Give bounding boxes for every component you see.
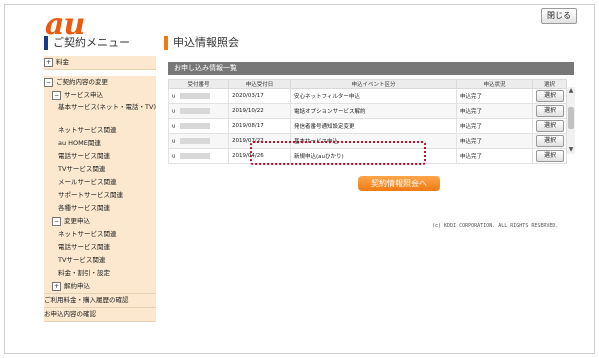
masked-number (179, 122, 210, 129)
cell-status: 申込完了 (456, 148, 533, 164)
cell-status: 申込完了 (456, 103, 533, 119)
column-header-event: 申込イベント区分 (290, 79, 457, 89)
sidebar-item-contract-change[interactable]: − ご契約内容の変更 (44, 76, 156, 89)
masked-number (179, 152, 210, 159)
expand-icon: + (44, 57, 53, 67)
sidebar-item-phone-service[interactable]: 電話サービス関連 (44, 150, 156, 163)
cell-date: 2019/04/26 (228, 148, 291, 164)
cell-event: 発信者番号通知設定変更 (290, 118, 457, 134)
table-row: u 2020/03/17 安心ネットフィルター申込 申込完了 選択 (168, 88, 567, 104)
table-header-row: 受付番号 申込受付日 申込イベント区分 申込状況 選択 (168, 79, 567, 89)
cell-date: 2020/03/17 (228, 88, 291, 104)
table-scrollbar[interactable]: ▲ ▼ (566, 87, 575, 154)
copyright-text: (c) KDDI CORPORATION. ALL RIGHTS RESERVE… (432, 223, 559, 229)
select-button[interactable]: 選択 (536, 105, 564, 117)
cell-status: 申込完了 (456, 88, 533, 104)
sidebar-menu: + 料金 − ご契約内容の変更 − サービス申込 基本サービス(ネット・電話・TV) … (44, 56, 156, 322)
cell-date: 2019/10/22 (228, 103, 291, 119)
sidebar-item-change-fee[interactable]: 料金・割引・設定 (44, 267, 156, 280)
masked-number (179, 137, 210, 144)
masked-number (179, 107, 210, 114)
column-header-status: 申込状況 (456, 79, 533, 89)
collapse-icon: − (44, 77, 53, 87)
page-title: 申込情報照会 (164, 36, 239, 50)
cell-id: u (168, 88, 229, 104)
contract-info-button[interactable]: 契約情報照会へ (358, 176, 440, 191)
sidebar-item-mail-service[interactable]: メールサービス関連 (44, 176, 156, 189)
cell-event: 電話オプションサービス解約 (290, 103, 457, 119)
sidebar-item-misc-service[interactable]: 各種サービス関連 (44, 202, 156, 215)
sidebar-heading: ご契約メニュー (44, 36, 130, 50)
sidebar-item-usage-history[interactable]: ご利用料金・購入履歴の確認 (44, 294, 156, 308)
sidebar-item-change-phone[interactable]: 電話サービス関連 (44, 241, 156, 254)
scroll-up-icon[interactable]: ▲ (567, 87, 575, 95)
sidebar-item-tv-service[interactable]: TVサービス関連 (44, 163, 156, 176)
cell-event: 新規申込(auひかり) (290, 148, 457, 164)
cell-status: 申込完了 (456, 118, 533, 134)
cell-event: 安心ネットフィルター申込 (290, 88, 457, 104)
column-header-date: 申込受付日 (228, 79, 291, 89)
sidebar-item-change-apply[interactable]: − 変更申込 (44, 215, 156, 228)
cell-id: u (168, 118, 229, 134)
table-title: お申し込み情報一覧 (168, 62, 574, 75)
select-button[interactable]: 選択 (536, 90, 564, 102)
table-row: u 2019/08/17 発信者番号通知設定変更 申込完了 選択 (168, 118, 567, 134)
cell-date: 2019/08/17 (228, 118, 291, 134)
application-table: 受付番号 申込受付日 申込イベント区分 申込状況 選択 u 2020/03/17… (168, 79, 567, 164)
sidebar-item-apply-confirm[interactable]: お申込内容の確認 (44, 308, 156, 322)
cell-id: u (168, 133, 229, 149)
table-row: u 2019/04/26 新規申込(auひかり) 申込完了 選択 (168, 148, 567, 164)
cell-id: u (168, 148, 229, 164)
column-header-select: 選択 (532, 79, 567, 89)
cell-date: 2019/07/22 (228, 133, 291, 149)
table-row: u 2019/10/22 電話オプションサービス解約 申込完了 選択 (168, 103, 567, 119)
sidebar-item-au-home[interactable]: au HOME関連 (44, 137, 156, 150)
expand-icon: + (52, 281, 61, 291)
select-button[interactable]: 選択 (536, 150, 564, 162)
sidebar-item-support-service[interactable]: サポートサービス関連 (44, 189, 156, 202)
collapse-icon: − (52, 216, 61, 226)
sidebar-item-net-service[interactable]: ネットサービス関連 (44, 124, 156, 137)
scroll-thumb[interactable] (568, 107, 574, 129)
table-row: u 2019/07/22 基本サービス申込 申込完了 選択 (168, 133, 567, 149)
sidebar-item-cancel-apply[interactable]: + 解約申込 (44, 280, 156, 294)
sidebar-item-service-apply[interactable]: − サービス申込 (44, 89, 156, 102)
scroll-down-icon[interactable]: ▼ (567, 146, 575, 154)
sidebar-item-fee[interactable]: + 料金 (44, 56, 156, 70)
sidebar-item-change-net[interactable]: ネットサービス関連 (44, 228, 156, 241)
sidebar-item-basic-service[interactable]: 基本サービス(ネット・電話・TV) (44, 102, 156, 124)
column-header-id: 受付番号 (168, 79, 229, 89)
sidebar-item-change-tv[interactable]: TVサービス関連 (44, 254, 156, 267)
cell-id: u (168, 103, 229, 119)
cell-event: 基本サービス申込 (290, 133, 457, 149)
select-button[interactable]: 選択 (536, 135, 564, 147)
cell-status: 申込完了 (456, 133, 533, 149)
close-button[interactable]: 閉じる (541, 8, 577, 24)
select-button[interactable]: 選択 (536, 120, 564, 132)
collapse-icon: − (52, 90, 61, 100)
masked-number (179, 92, 210, 99)
